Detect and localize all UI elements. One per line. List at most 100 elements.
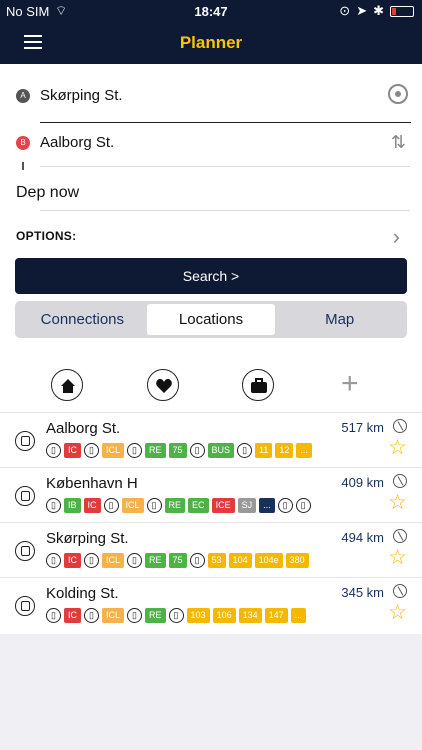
location-name: Kolding St. (46, 585, 119, 602)
compass-icon (393, 474, 407, 488)
list-item[interactable]: Aalborg St. 517 km ☆ ▯ IC ▯ ICL ▯ RE 75 … (0, 412, 422, 467)
planner-card: A Skørping St. B Aalborg St. ⇅ Dep now O… (0, 64, 422, 348)
tab-locations[interactable]: Locations (146, 304, 276, 335)
bus-icon: ▯ (237, 443, 253, 458)
home-icon[interactable] (51, 369, 83, 401)
train-icon: ▯ (84, 553, 99, 568)
navigation-bar: Planner (0, 22, 422, 64)
bluetooth-icon: ✱ (373, 3, 384, 18)
options-label[interactable]: OPTIONS: (16, 229, 76, 243)
briefcase-icon[interactable] (242, 369, 274, 401)
train-icon: ▯ (84, 608, 99, 623)
station-icon (15, 596, 35, 616)
star-icon[interactable]: ☆ (388, 545, 407, 570)
battery-icon (390, 5, 414, 17)
line-tag: IC (64, 443, 81, 458)
page-title: Planner (179, 33, 243, 52)
line-tag: 53 (207, 553, 226, 568)
train-icon: ▯ (127, 608, 143, 623)
transport-tags: ▯ IC ▯ ICL ▯ RE 75 ▯ BUS ▯ 11 12 ... (46, 443, 312, 458)
line-tag: 147 (264, 608, 288, 623)
line-tag: IC (64, 553, 81, 568)
divider (40, 166, 410, 167)
line-tag: 134 (238, 608, 262, 623)
to-stop-field[interactable]: Aalborg St. (40, 134, 114, 151)
compass-icon (393, 529, 407, 543)
swap-icon[interactable]: ⇅ (391, 132, 406, 153)
line-tag: RE (164, 498, 186, 513)
bus-icon: ▯ (189, 553, 205, 568)
list-item[interactable]: København H 409 km ☆ ▯ IB IC ▯ ICL ▯ RE … (0, 467, 422, 522)
station-icon (15, 431, 35, 451)
location-distance: 345 km (341, 585, 384, 600)
line-tag: ICL (102, 443, 125, 458)
line-tag: SJ (237, 498, 257, 513)
search-button[interactable]: Search > (15, 258, 407, 294)
chevron-right-icon[interactable]: › (393, 224, 400, 250)
from-stop-row[interactable]: A Skørping St. (0, 70, 422, 123)
line-tag: EC (188, 498, 209, 513)
train-icon: ▯ (46, 608, 61, 623)
location-name: København H (46, 475, 138, 492)
compass-icon (393, 419, 407, 433)
departure-time[interactable]: Dep now (16, 184, 79, 202)
star-icon[interactable]: ☆ (388, 435, 407, 460)
train-icon: ▯ (103, 498, 119, 513)
bus-icon: ▯ (168, 608, 184, 623)
status-icons: ⊙ ➤ ✱ (339, 3, 414, 19)
line-tag: IB (64, 498, 81, 513)
orientation-lock-icon: ⊙ (339, 3, 351, 18)
divider (40, 210, 410, 211)
from-stop-field[interactable]: Skørping St. (40, 87, 123, 104)
list-item[interactable]: Kolding St. 345 km ☆ ▯ IC ▯ ICL ▯ RE ▯ 1… (0, 577, 422, 632)
star-icon[interactable]: ☆ (388, 600, 407, 625)
transport-tags: ▯ IC ▯ ICL ▯ RE 75 ▯ 53 104 104e 380 (46, 553, 309, 568)
line-tag: RE (145, 443, 166, 458)
to-marker-icon: B (16, 136, 30, 150)
tab-map[interactable]: Map (275, 304, 404, 335)
location-distance: 409 km (341, 475, 384, 490)
line-tag: 104e (254, 553, 283, 568)
line-tag: ... (259, 498, 275, 513)
train-icon: ▯ (127, 443, 143, 458)
station-icon (15, 541, 35, 561)
line-tag: 12 (275, 443, 294, 458)
status-bar: No SIM ⌔ 18:47 ⊙ ➤ ✱ (0, 0, 422, 22)
line-tag: 103 (186, 608, 210, 623)
transport-tags: ▯ IB IC ▯ ICL ▯ RE EC ICE SJ ... ▯ ▯ (46, 498, 311, 513)
heart-icon[interactable] (147, 369, 179, 401)
line-tag: RE (145, 553, 166, 568)
to-stop-row[interactable]: B Aalborg St. ⇅ (0, 120, 422, 168)
station-icon (15, 486, 35, 506)
line-tag: ... (296, 443, 312, 458)
location-list: Aalborg St. 517 km ☆ ▯ IC ▯ ICL ▯ RE 75 … (0, 412, 422, 634)
line-tag: ICL (102, 608, 125, 623)
line-tag: ICL (102, 553, 125, 568)
line-tag: ICL (121, 498, 144, 513)
location-distance: 494 km (341, 530, 384, 545)
line-tag: IC (83, 498, 101, 513)
line-tag: 106 (212, 608, 236, 623)
line-tag: BUS (207, 443, 235, 458)
train-icon: ▯ (46, 443, 61, 458)
train-icon: ▯ (127, 553, 143, 568)
plus-icon[interactable]: + (341, 367, 359, 401)
tab-connections[interactable]: Connections (18, 304, 147, 335)
star-icon[interactable]: ☆ (388, 490, 407, 515)
location-name: Skørping St. (46, 530, 129, 547)
locate-icon[interactable] (388, 84, 408, 104)
from-marker-icon: A (16, 89, 30, 103)
train-icon: ▯ (46, 498, 61, 513)
line-tag: IC (64, 608, 81, 623)
location-distance: 517 km (341, 420, 384, 435)
line-tag: 380 (285, 553, 309, 568)
list-item[interactable]: Skørping St. 494 km ☆ ▯ IC ▯ ICL ▯ RE 75… (0, 522, 422, 577)
segment-control: Connections Locations Map (15, 301, 407, 338)
line-tag: 104 (228, 553, 252, 568)
train-icon: ▯ (84, 443, 99, 458)
train-icon: ▯ (146, 498, 162, 513)
metro-icon: ▯ (277, 498, 293, 513)
line-tag: ICE (211, 498, 235, 513)
transport-tags: ▯ IC ▯ ICL ▯ RE ▯ 103 106 134 147 ... (46, 608, 307, 623)
line-tag: RE (145, 608, 166, 623)
